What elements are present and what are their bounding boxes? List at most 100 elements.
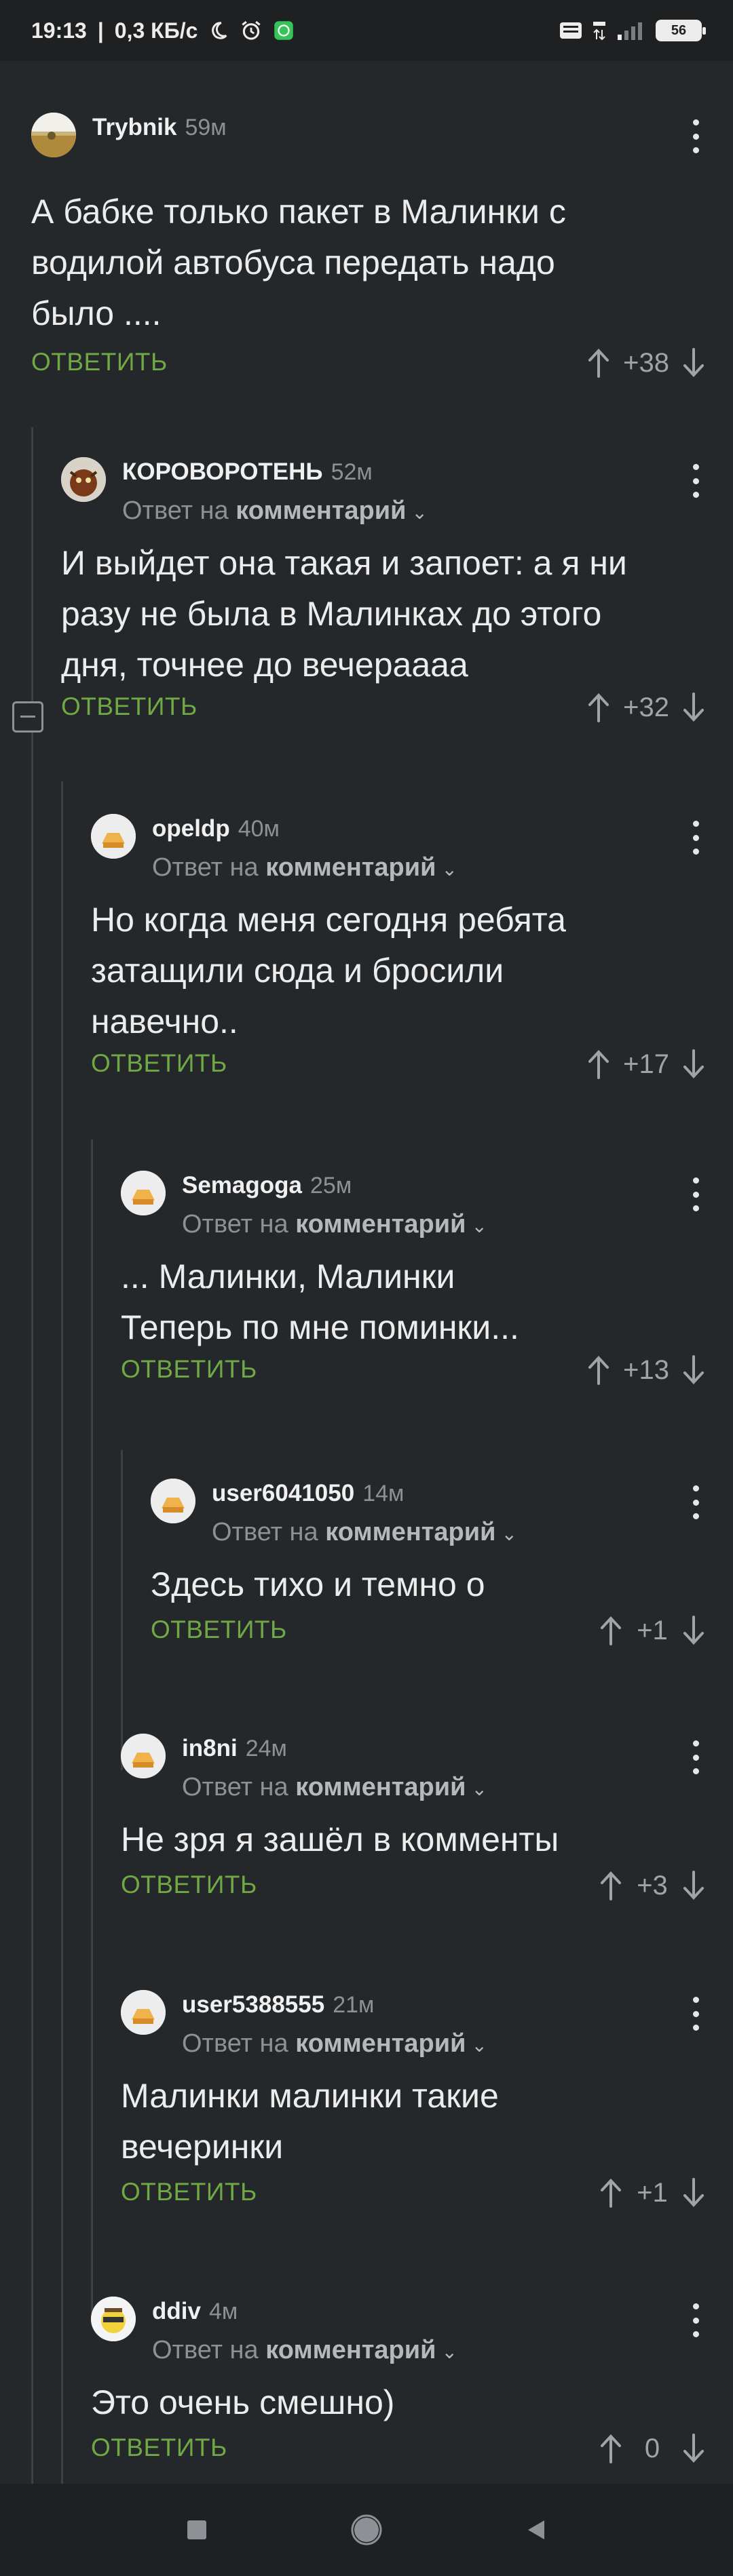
more-options-icon[interactable] <box>685 1177 706 1211</box>
reply-to-target[interactable]: комментарий <box>265 2336 436 2364</box>
more-options-icon[interactable] <box>685 1997 706 2031</box>
reply-to-target[interactable]: комментарий <box>236 496 406 525</box>
upvote-icon[interactable] <box>586 348 611 378</box>
reply-to-target[interactable]: комментарий <box>295 2029 466 2058</box>
downvote-icon[interactable] <box>681 1871 706 1900</box>
comment: opeldp 40м Ответ на комментарий ⌄ Но когда… <box>91 810 733 1101</box>
reply-button[interactable]: ОТВЕТИТЬ <box>151 1616 287 1644</box>
avatar[interactable] <box>121 1171 166 1215</box>
avatar[interactable] <box>121 1990 166 2035</box>
comment-author[interactable]: ddiv 4м <box>152 2298 238 2325</box>
chevron-down-icon[interactable]: ⌄ <box>441 2341 457 2362</box>
comment-author[interactable]: Trybnik 59м <box>92 114 227 141</box>
vote-controls: 0 <box>599 2428 706 2469</box>
comment-score: +1 <box>637 1615 668 1645</box>
chevron-down-icon[interactable]: ⌄ <box>501 1523 516 1544</box>
chevron-down-icon[interactable]: ⌄ <box>471 2035 487 2056</box>
more-options-icon[interactable] <box>685 2303 706 2337</box>
more-options-icon[interactable] <box>685 821 706 855</box>
author-name[interactable]: user6041050 <box>212 1480 354 1506</box>
author-name[interactable]: Semagoga <box>182 1172 302 1198</box>
downvote-icon[interactable] <box>681 2434 706 2463</box>
reply-button[interactable]: ОТВЕТИТЬ <box>91 1049 227 1078</box>
upvote-icon[interactable] <box>599 2178 623 2208</box>
author-name[interactable]: user5388555 <box>182 1991 324 2018</box>
reply-to-link[interactable]: Ответ на комментарий ⌄ <box>182 1210 487 1239</box>
reply-to-link[interactable]: Ответ на комментарий ⌄ <box>152 2336 457 2365</box>
avatar[interactable] <box>91 814 136 859</box>
reply-to-link[interactable]: Ответ на комментарий ⌄ <box>152 853 457 882</box>
moon-icon <box>208 20 229 41</box>
chevron-down-icon[interactable]: ⌄ <box>471 1215 487 1236</box>
comment-time: 40м <box>238 816 280 842</box>
comment-author[interactable]: Semagoga 25м <box>182 1172 352 1199</box>
comment-header: opeldp 40м Ответ на комментарий ⌄ <box>91 810 733 882</box>
recents-button[interactable] <box>112 2518 282 2542</box>
comment-score: 0 <box>644 2433 660 2463</box>
reply-button[interactable]: ОТВЕТИТЬ <box>91 2434 227 2462</box>
author-name[interactable]: КОРОВОРОТЕНЬ <box>122 458 323 485</box>
reply-button[interactable]: ОТВЕТИТЬ <box>121 2178 257 2206</box>
downvote-icon[interactable] <box>681 692 706 722</box>
more-options-icon[interactable] <box>685 464 706 498</box>
upvote-icon[interactable] <box>599 2434 623 2463</box>
reply-to-link[interactable]: Ответ на комментарий ⌄ <box>122 496 428 526</box>
back-button[interactable] <box>451 2518 621 2542</box>
vote-controls: +3 <box>599 1865 706 1906</box>
status-right: 56 <box>559 19 706 42</box>
reply-button[interactable]: ОТВЕТИТЬ <box>61 692 198 721</box>
downvote-icon[interactable] <box>681 1616 706 1645</box>
avatar[interactable] <box>151 1479 195 1523</box>
upvote-icon[interactable] <box>586 692 611 722</box>
whatsapp-icon <box>274 20 294 41</box>
comment-text: Не зря я зашёл в комменты <box>121 1820 559 1858</box>
upvote-icon[interactable] <box>599 1616 623 1645</box>
upvote-icon[interactable] <box>599 1871 623 1900</box>
author-name[interactable]: opeldp <box>152 815 230 842</box>
more-options-icon[interactable] <box>685 1740 706 1774</box>
downvote-icon[interactable] <box>681 2178 706 2208</box>
avatar[interactable] <box>31 113 76 157</box>
reply-to-target[interactable]: комментарий <box>325 1518 495 1546</box>
reply-button[interactable]: ОТВЕТИТЬ <box>121 1871 257 1899</box>
reply-to-target[interactable]: комментарий <box>295 1210 466 1238</box>
downvote-icon[interactable] <box>681 1049 706 1079</box>
more-options-icon[interactable] <box>685 119 706 153</box>
vote-controls: +38 <box>586 343 706 383</box>
comment: in8ni 24м Ответ на комментарий ⌄ Не зря я … <box>121 1730 733 1940</box>
avatar[interactable] <box>61 457 106 502</box>
reply-to-link[interactable]: Ответ на комментарий ⌄ <box>182 1773 487 1802</box>
reply-to-target[interactable]: комментарий <box>265 853 436 882</box>
reply-to-link[interactable]: Ответ на комментарий ⌄ <box>212 1518 517 1547</box>
reply-to-prefix: Ответ на <box>182 1210 288 1238</box>
chevron-down-icon[interactable]: ⌄ <box>441 859 457 880</box>
upvote-icon[interactable] <box>586 1049 611 1079</box>
reply-button[interactable]: ОТВЕТИТЬ <box>121 1355 257 1384</box>
upvote-icon[interactable] <box>586 1355 611 1385</box>
avatar[interactable] <box>91 2297 136 2341</box>
comment-author[interactable]: opeldp 40м <box>152 815 280 842</box>
avatar[interactable] <box>121 1734 166 1778</box>
thread-line-2 <box>61 781 63 2576</box>
home-button[interactable] <box>282 2514 451 2546</box>
more-options-icon[interactable] <box>685 1485 706 1519</box>
chevron-down-icon[interactable]: ⌄ <box>411 502 427 523</box>
downvote-icon[interactable] <box>681 1355 706 1385</box>
author-name[interactable]: in8ni <box>182 1735 238 1761</box>
author-name[interactable]: Trybnik <box>92 114 176 140</box>
collapse-thread-button[interactable] <box>12 701 43 733</box>
comment: user6041050 14м Ответ на комментарий ⌄ Зде… <box>151 1475 733 1678</box>
author-name[interactable]: ddiv <box>152 2298 201 2324</box>
reply-to-target[interactable]: комментарий <box>295 1773 466 1801</box>
reply-to-link[interactable]: Ответ на комментарий ⌄ <box>182 2029 487 2058</box>
chevron-down-icon[interactable]: ⌄ <box>471 1778 487 1799</box>
comment-author[interactable]: user6041050 14м <box>212 1480 404 1507</box>
comment-score: +1 <box>637 2177 668 2208</box>
comment-header: user6041050 14м Ответ на комментарий ⌄ <box>151 1475 733 1546</box>
reply-button[interactable]: ОТВЕТИТЬ <box>31 348 168 376</box>
comment-author[interactable]: КОРОВОРОТЕНЬ 52м <box>122 458 373 486</box>
comment-author[interactable]: in8ni 24м <box>182 1735 287 1762</box>
comment-author[interactable]: user5388555 21м <box>182 1991 374 2018</box>
downvote-icon[interactable] <box>681 348 706 378</box>
comment-text: Здесь тихо и темно о <box>151 1565 485 1603</box>
